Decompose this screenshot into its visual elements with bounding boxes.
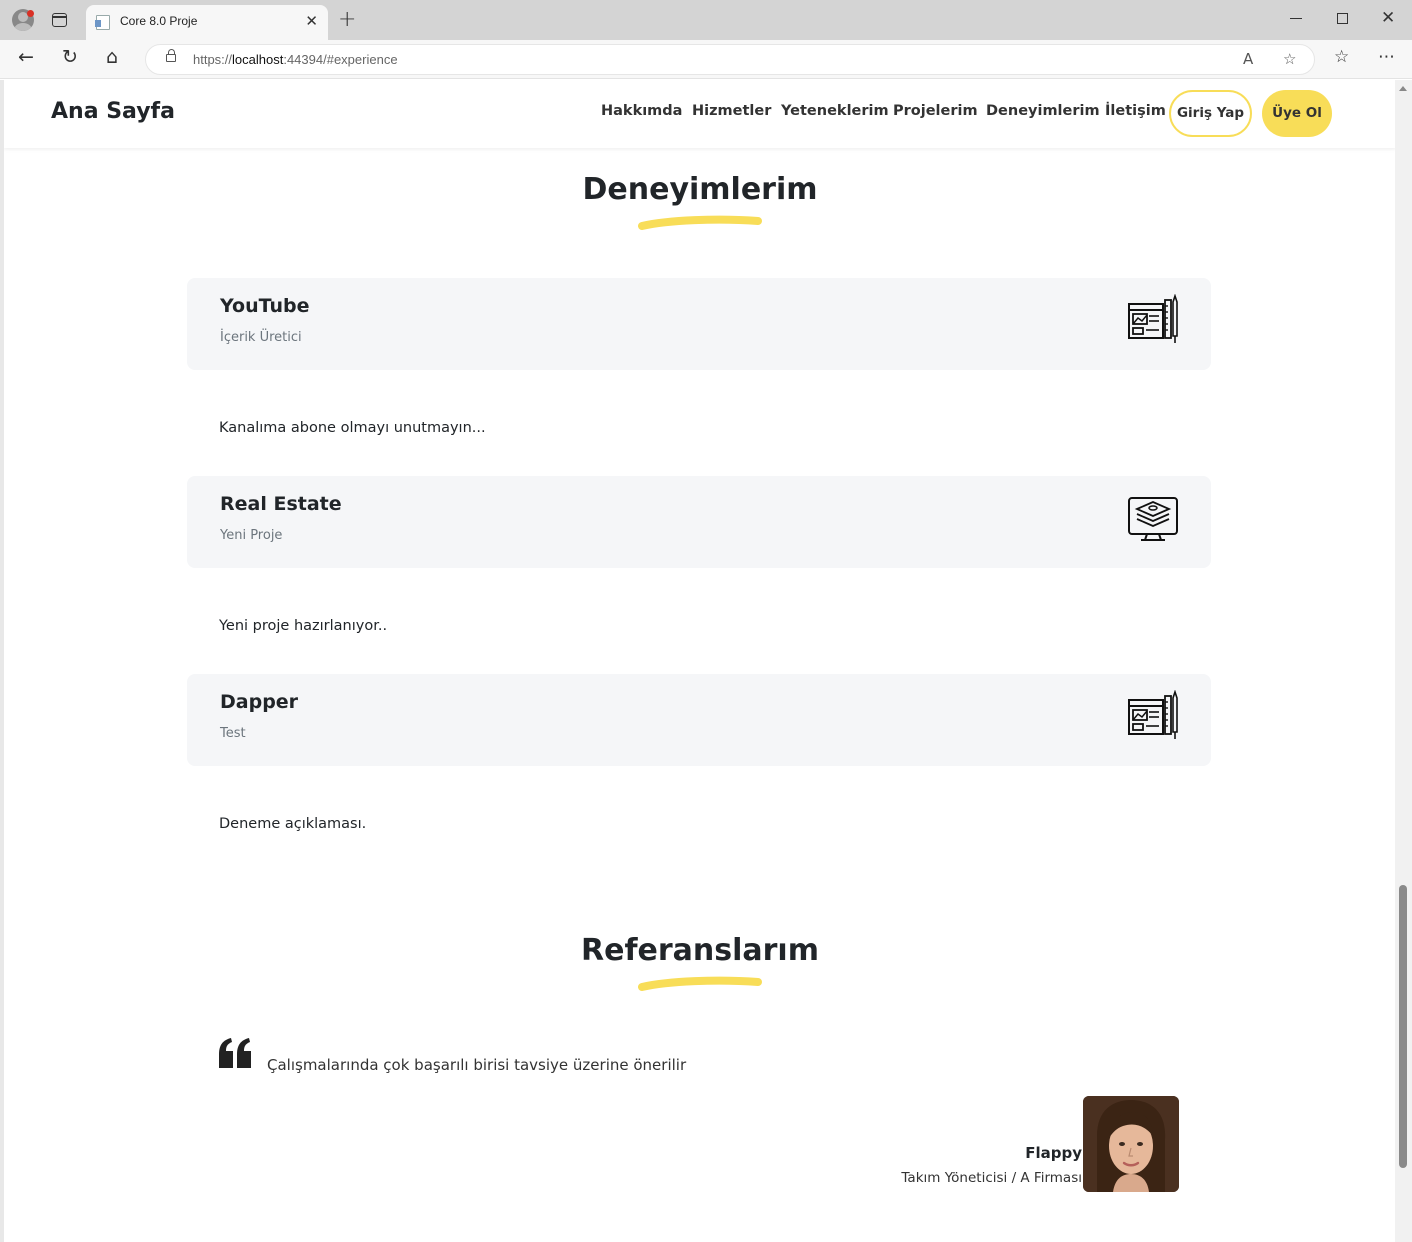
experience-description: Deneme açıklaması. — [219, 816, 367, 832]
page-favicon-icon — [95, 15, 110, 30]
read-aloud-icon[interactable]: A — [1243, 50, 1253, 68]
page-scrollbar[interactable] — [1395, 80, 1412, 1242]
scroll-up-arrow-icon[interactable] — [1399, 86, 1407, 91]
address-bar[interactable]: https://localhost:44394/#experience A ☆ — [145, 44, 1315, 75]
references-section-title: Referanslarım — [581, 933, 819, 968]
window-maximize-icon[interactable] — [1337, 13, 1348, 24]
avatar-portrait-illustration — [1083, 1096, 1179, 1192]
testimonial-quote: Çalışmalarında çok başarılı birisi tavsi… — [267, 1056, 687, 1074]
experience-subtitle: İçerik Üretici — [220, 330, 302, 345]
window-close-icon[interactable]: ✕ — [1381, 8, 1395, 28]
scrollbar-thumb[interactable] — [1399, 885, 1407, 1168]
nav-link-about[interactable]: Hakkımda — [601, 103, 682, 119]
nav-link-projects[interactable]: Projelerim — [893, 103, 978, 119]
browser-tab-active[interactable]: Core 8.0 Proje ✕ — [86, 5, 328, 40]
title-underline-decoration — [638, 215, 762, 230]
site-navbar: Ana Sayfa Hakkımda Hizmetler Yetenekleri… — [4, 80, 1396, 148]
favorite-star-icon[interactable]: ☆ — [1283, 50, 1296, 68]
tab-title: Core 8.0 Proje — [120, 14, 198, 28]
experience-section-title: Deneyimlerim — [582, 172, 818, 207]
page-viewport: Ana Sayfa Hakkımda Hizmetler Yetenekleri… — [0, 80, 1412, 1242]
tab-actions-icon[interactable] — [52, 13, 67, 27]
url-text[interactable]: https://localhost:44394/#experience — [193, 52, 398, 67]
testimonial-author-name: Flappy — [1025, 1144, 1082, 1162]
experience-title: Dapper — [220, 691, 299, 713]
brand-home-link[interactable]: Ana Sayfa — [51, 99, 175, 124]
layers-monitor-icon — [1128, 497, 1178, 541]
experience-description: Kanalıma abone olmayı unutmayın... — [219, 420, 486, 436]
testimonial-avatar — [1083, 1096, 1179, 1192]
experience-card: Real Estate Yeni Proje — [187, 476, 1211, 568]
new-tab-button[interactable]: + — [338, 7, 356, 32]
experience-subtitle: Test — [220, 726, 246, 741]
experience-card: YouTube İçerik Üretici — [187, 278, 1211, 370]
back-icon[interactable]: ← — [18, 46, 34, 68]
quote-icon — [219, 1038, 251, 1068]
nav-link-contact[interactable]: İletişim — [1105, 103, 1166, 119]
home-icon[interactable]: ⌂ — [106, 46, 118, 68]
nav-link-experience[interactable]: Deneyimlerim — [986, 103, 1100, 119]
nav-link-services[interactable]: Hizmetler — [692, 103, 771, 119]
lock-icon[interactable] — [166, 49, 176, 62]
window-minimize-icon[interactable] — [1290, 18, 1302, 19]
experience-title: Real Estate — [220, 493, 342, 515]
experience-title: YouTube — [220, 295, 310, 317]
experience-description: Yeni proje hazırlanıyor.. — [219, 618, 388, 634]
design-blueprint-icon — [1128, 294, 1178, 343]
nav-link-skills[interactable]: Yeteneklerim — [781, 103, 889, 119]
more-menu-icon[interactable]: ⋯ — [1378, 47, 1395, 67]
title-underline-decoration — [638, 976, 762, 991]
browser-toolbar: ← ↻ ⌂ https://localhost:44394/#experienc… — [0, 40, 1412, 79]
tab-close-icon[interactable]: ✕ — [305, 12, 318, 30]
login-button[interactable]: Giriş Yap — [1169, 90, 1252, 137]
favorites-icon[interactable]: ☆ — [1334, 47, 1349, 67]
refresh-icon[interactable]: ↻ — [62, 46, 78, 68]
experience-subtitle: Yeni Proje — [220, 528, 283, 543]
experience-card: Dapper Test — [187, 674, 1211, 766]
browser-tabstrip: Core 8.0 Proje ✕ + ✕ — [0, 0, 1412, 40]
notification-dot — [27, 10, 34, 17]
register-button[interactable]: Üye Ol — [1262, 90, 1332, 137]
design-blueprint-icon — [1128, 690, 1178, 739]
testimonial-author-role: Takım Yöneticisi / A Firması — [901, 1170, 1082, 1186]
